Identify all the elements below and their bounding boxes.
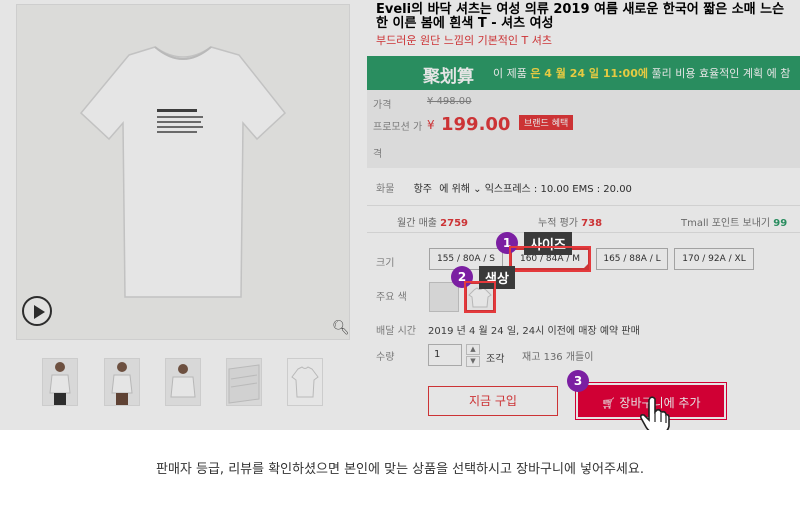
step-3-marker: 3 (567, 370, 589, 392)
product-page-screenshot: 🔍︎ Eveli의 바닥 셔츠는 여성 의류 2019 여름 새로운 한국어 짧… (0, 0, 800, 430)
dim-overlay (0, 0, 800, 430)
hand-pointer-icon (640, 396, 670, 430)
instruction-text: 판매자 등급, 리뷰를 확인하셨으면 본인에 맞는 상품을 선택하시고 장바구니… (156, 462, 644, 477)
size-highlight-frame (509, 246, 591, 272)
color-highlight-frame (464, 281, 496, 313)
